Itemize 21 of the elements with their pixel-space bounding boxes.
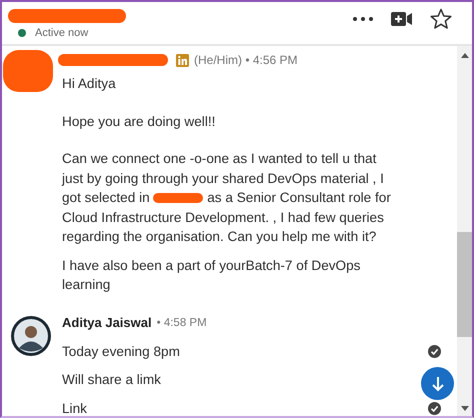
message-text: Hope you are doing well!! [62,112,216,131]
star-icon[interactable] [430,8,452,30]
more-options-icon[interactable] [352,15,374,23]
scroll-thumb[interactable] [457,232,472,337]
message-text: Today evening 8pm [62,342,181,361]
scroll-up-icon[interactable] [460,52,470,58]
message-text: Link [62,400,88,416]
message-text: I have also been a part of yourBatch-7 of DevOps learning [62,256,362,294]
scrollbar[interactable] [457,46,472,416]
scroll-to-bottom-button[interactable] [421,367,454,400]
video-call-icon[interactable] [391,11,413,27]
message-meta: • 4:58 PM [156,316,207,328]
message-text: Hi Aditya [62,75,117,93]
scroll-down-icon[interactable] [460,406,470,412]
avatar[interactable] [10,314,52,356]
message-text: Will share a limk [62,371,162,389]
down-arrow-icon [430,376,444,392]
message-text: Can we connect one -o-one as I wanted to tell u that just by going through your shared DevOps material , I got selected in as a Senior Consultant role for Cloud Infrastructure Development. , I had few queries regarding the organisation. Can you help me with it? [62,150,392,246]
message-meta: (He/Him) • 4:56 PM [194,53,298,67]
status-text: Active now [35,27,88,39]
sender-name[interactable]: Aditya Jaiswal [62,315,152,330]
